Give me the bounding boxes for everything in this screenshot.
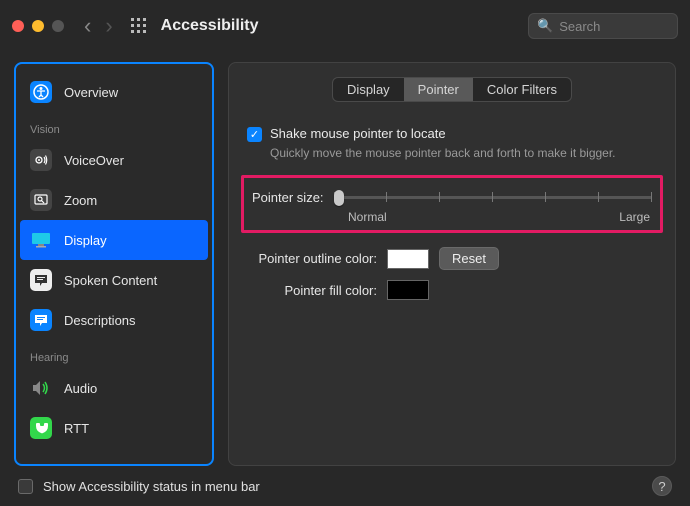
titlebar: ‹ › Accessibility 🔍 Search bbox=[0, 0, 690, 52]
shake-to-locate-row: ✓ Shake mouse pointer to locate Quickly … bbox=[247, 126, 657, 161]
sidebar-item-label: Descriptions bbox=[64, 313, 136, 328]
pointer-size-label: Pointer size: bbox=[252, 190, 324, 205]
audio-icon bbox=[30, 377, 52, 399]
sidebar-item-label: Overview bbox=[64, 85, 118, 100]
search-icon: 🔍 bbox=[537, 18, 553, 34]
window-title: Accessibility bbox=[161, 17, 259, 35]
shake-to-locate-description: Quickly move the mouse pointer back and … bbox=[270, 145, 616, 161]
sidebar-item-label: Audio bbox=[64, 381, 97, 396]
pointer-outline-color-well[interactable] bbox=[387, 249, 429, 269]
voiceover-icon bbox=[30, 149, 52, 171]
tab-display[interactable]: Display bbox=[333, 78, 404, 101]
footer: Show Accessibility status in menu bar ? bbox=[0, 466, 690, 506]
sidebar-item-rtt[interactable]: RTT bbox=[16, 408, 212, 448]
close-window-button[interactable] bbox=[12, 20, 24, 32]
sidebar-item-overview[interactable]: Overview bbox=[16, 72, 212, 112]
sidebar-item-label: Zoom bbox=[64, 193, 97, 208]
forward-button[interactable]: › bbox=[105, 13, 112, 39]
sidebar-item-label: Spoken Content bbox=[64, 273, 157, 288]
pointer-outline-row: Pointer outline color: Reset bbox=[247, 247, 657, 270]
pointer-outline-label: Pointer outline color: bbox=[247, 251, 377, 266]
sidebar-item-label: Display bbox=[64, 233, 107, 248]
pointer-size-highlight: Pointer size: Normal Large bbox=[241, 175, 663, 233]
pointer-size-max-label: Large bbox=[619, 210, 650, 224]
settings-panel: Display Pointer Color Filters ✓ Shake mo… bbox=[228, 62, 676, 466]
back-button[interactable]: ‹ bbox=[84, 13, 91, 39]
show-status-checkbox[interactable] bbox=[18, 479, 33, 494]
window-controls bbox=[12, 20, 64, 32]
spoken-content-icon bbox=[30, 269, 52, 291]
search-input[interactable]: 🔍 Search bbox=[528, 13, 678, 39]
pointer-fill-row: Pointer fill color: bbox=[247, 280, 657, 300]
accessibility-icon bbox=[30, 81, 52, 103]
slider-knob[interactable] bbox=[334, 190, 344, 206]
shake-to-locate-checkbox[interactable]: ✓ bbox=[247, 127, 262, 142]
sidebar-section-vision: Vision bbox=[16, 112, 212, 140]
show-all-icon[interactable] bbox=[131, 18, 147, 34]
help-button[interactable]: ? bbox=[652, 476, 672, 496]
tab-bar: Display Pointer Color Filters bbox=[247, 77, 657, 102]
show-status-label: Show Accessibility status in menu bar bbox=[43, 479, 260, 494]
sidebar-item-label: RTT bbox=[64, 421, 89, 436]
sidebar-item-voiceover[interactable]: VoiceOver bbox=[16, 140, 212, 180]
minimize-window-button[interactable] bbox=[32, 20, 44, 32]
zoom-window-button[interactable] bbox=[52, 20, 64, 32]
nav-arrows: ‹ › bbox=[84, 13, 113, 39]
sidebar-item-display[interactable]: Display bbox=[20, 220, 208, 260]
sidebar-item-audio[interactable]: Audio bbox=[16, 368, 212, 408]
descriptions-icon bbox=[30, 309, 52, 331]
rtt-icon bbox=[30, 417, 52, 439]
tab-pointer[interactable]: Pointer bbox=[404, 78, 473, 101]
pointer-fill-color-well[interactable] bbox=[387, 280, 429, 300]
sidebar-item-spoken-content[interactable]: Spoken Content bbox=[16, 260, 212, 300]
zoom-icon bbox=[30, 189, 52, 211]
sidebar-item-zoom[interactable]: Zoom bbox=[16, 180, 212, 220]
pointer-size-slider[interactable] bbox=[334, 188, 652, 206]
tab-color-filters[interactable]: Color Filters bbox=[473, 78, 571, 101]
reset-button[interactable]: Reset bbox=[439, 247, 499, 270]
sidebar-item-label: VoiceOver bbox=[64, 153, 124, 168]
sidebar-section-hearing: Hearing bbox=[16, 340, 212, 368]
shake-to-locate-label: Shake mouse pointer to locate bbox=[270, 126, 616, 141]
pointer-fill-label: Pointer fill color: bbox=[247, 283, 377, 298]
sidebar-item-descriptions[interactable]: Descriptions bbox=[16, 300, 212, 340]
pointer-size-min-label: Normal bbox=[348, 210, 387, 224]
display-icon bbox=[30, 229, 52, 251]
search-placeholder: Search bbox=[559, 19, 600, 34]
sidebar: Overview Vision VoiceOver Zoom Display S bbox=[14, 62, 214, 466]
